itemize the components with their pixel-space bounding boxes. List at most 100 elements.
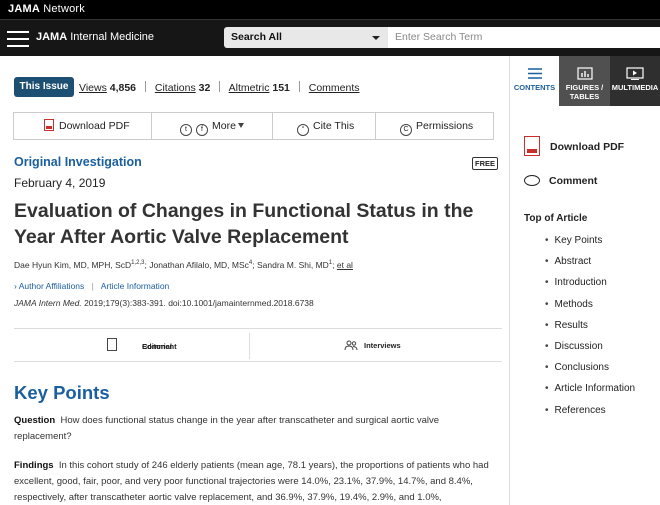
author-1-affil: 1,2,3 xyxy=(131,260,145,267)
search-input[interactable]: Enter Search Term xyxy=(388,27,660,48)
sidebar-divider xyxy=(509,106,510,505)
menu-icon[interactable] xyxy=(7,31,29,47)
logo-rest: Network xyxy=(39,3,85,15)
list-icon xyxy=(527,68,542,79)
logo-bold: JAMA xyxy=(8,3,40,15)
play-icon xyxy=(626,67,644,80)
download-pdf-label: Download PDF xyxy=(59,120,130,132)
article-links: › Author Affiliations | Article Informat… xyxy=(14,281,169,291)
key-points-findings: Findings In this cohort study of 246 eld… xyxy=(14,458,494,505)
comment-label: Comment xyxy=(142,342,177,351)
citation-line: JAMA Intern Med. 2019;179(3):383-391. do… xyxy=(14,298,314,308)
permissions-label: Permissions xyxy=(416,120,474,132)
sidebar-comment[interactable]: Comment xyxy=(524,175,597,187)
author-affiliations-link[interactable]: Author Affiliations xyxy=(19,281,85,291)
comments-link[interactable]: Comments xyxy=(309,82,360,94)
document-icon xyxy=(107,338,117,351)
related-content-bar: Editorial Comment Interviews xyxy=(14,328,502,362)
views-count: 4,856 xyxy=(109,82,137,94)
article-metrics: Views 4,856 Citations 32 Altmetric 151 C… xyxy=(79,81,360,94)
free-badge: FREE xyxy=(472,157,499,170)
altmetric-link[interactable]: Altmetric xyxy=(229,82,270,94)
facebook-icon[interactable]: f xyxy=(196,124,208,136)
comment-icon xyxy=(524,175,540,186)
toc-conclusions[interactable]: Conclusions xyxy=(545,360,635,381)
quote-icon: “ xyxy=(297,124,309,136)
jama-network-logo[interactable]: JAMA Network xyxy=(8,3,85,15)
chart-icon xyxy=(576,67,593,80)
publication-date: February 4, 2019 xyxy=(14,176,106,190)
divider: | xyxy=(91,281,94,291)
chevron-down-icon xyxy=(237,123,244,128)
tab-multimedia[interactable]: MULTIMEDIA xyxy=(610,56,660,106)
sidebar-download-pdf[interactable]: Download PDF xyxy=(524,136,624,156)
article-information-link[interactable]: Article Information xyxy=(101,281,170,291)
share-more-button[interactable]: t f More xyxy=(180,113,244,139)
divider xyxy=(249,333,250,359)
tab-figures-tables[interactable]: FIGURES / TABLES xyxy=(559,56,610,106)
right-tabs: CONTENTS FIGURES / TABLES MULTIMEDIA xyxy=(509,56,660,106)
divider xyxy=(375,113,376,139)
author-3-affil: 1 xyxy=(328,260,333,267)
divider xyxy=(144,81,146,92)
permissions-button[interactable]: C Permissions xyxy=(400,113,473,139)
divider xyxy=(272,113,273,139)
question-label: Question xyxy=(14,415,56,426)
toc-discussion[interactable]: Discussion xyxy=(545,339,635,360)
sidebar-comment-label: Comment xyxy=(549,175,598,187)
citations-count: 32 xyxy=(198,82,211,94)
toc-methods[interactable]: Methods xyxy=(545,297,635,318)
toc-abstract[interactable]: Abstract xyxy=(545,254,635,275)
article-type[interactable]: Original Investigation xyxy=(14,155,142,169)
citation-details: 2019;179(3):383-391. doi:10.1001/jamaint… xyxy=(81,298,314,308)
pdf-icon xyxy=(524,136,540,156)
toc-references[interactable]: References xyxy=(545,403,635,424)
divider xyxy=(298,81,300,92)
cite-this-label: Cite This xyxy=(313,120,355,132)
chevron-right-icon: › xyxy=(14,281,17,291)
key-points-question: Question How does functional status chan… xyxy=(14,413,494,445)
journal-title-rest: Internal Medicine xyxy=(67,31,154,43)
copyright-icon: C xyxy=(400,124,412,136)
people-icon xyxy=(344,340,358,350)
sidebar-download-pdf-label: Download PDF xyxy=(550,141,625,153)
journal-abbrev: JAMA Intern Med. xyxy=(14,298,82,308)
search-scope-select[interactable]: Search All xyxy=(224,27,388,48)
et-al-link[interactable]: et al xyxy=(337,260,353,270)
toc-introduction[interactable]: Introduction xyxy=(545,275,635,296)
search-scope-label: Search All xyxy=(231,31,282,43)
top-of-article-link[interactable]: Top of Article xyxy=(524,213,587,224)
this-issue-button[interactable]: This Issue xyxy=(14,77,74,97)
divider xyxy=(219,81,221,92)
citations-link[interactable]: Citations xyxy=(155,82,196,94)
twitter-icon[interactable]: t xyxy=(180,124,192,136)
question-text: How does functional status change in the… xyxy=(14,415,440,442)
toc-article-information[interactable]: Article Information xyxy=(545,381,636,402)
tab-contents[interactable]: CONTENTS xyxy=(509,56,559,106)
author-1[interactable]: Dae Hyun Kim, MD, MPH, ScD xyxy=(14,260,131,270)
journal-title-bold: JAMA xyxy=(36,31,68,43)
download-pdf-button[interactable]: Download PDF xyxy=(44,113,130,139)
tab-figures-label: FIGURES / TABLES xyxy=(565,83,604,101)
network-bar: JAMA Network xyxy=(0,0,660,19)
views-link[interactable]: Views xyxy=(79,82,107,94)
toc-key-points[interactable]: Key Points xyxy=(545,233,635,254)
toc-results[interactable]: Results xyxy=(545,318,635,339)
table-of-contents: Key Points Abstract Introduction Methods… xyxy=(545,233,636,424)
tab-contents-label: CONTENTS xyxy=(513,83,556,92)
interviews-label: Interviews xyxy=(364,341,401,350)
cite-this-button[interactable]: “ Cite This xyxy=(297,113,354,139)
findings-label: Findings xyxy=(14,460,54,471)
journal-title[interactable]: JAMA Internal Medicine xyxy=(36,31,154,43)
author-3[interactable]: ; Sandra M. Shi, MD xyxy=(252,260,329,270)
author-list: Dae Hyun Kim, MD, MPH, ScD1,2,3; Jonatha… xyxy=(14,260,353,270)
altmetric-score: 151 xyxy=(272,82,290,94)
findings-text: In this cohort study of 246 elderly pati… xyxy=(14,460,489,503)
author-2[interactable]: ; Jonathan Afilalo, MD, MSc xyxy=(145,260,249,270)
tab-multimedia-label: MULTIMEDIA xyxy=(611,83,659,92)
article-title: Evaluation of Changes in Functional Stat… xyxy=(14,200,474,248)
search-placeholder: Enter Search Term xyxy=(395,31,483,43)
pdf-icon xyxy=(44,119,54,131)
chevron-down-icon xyxy=(372,36,380,40)
divider xyxy=(151,113,152,139)
